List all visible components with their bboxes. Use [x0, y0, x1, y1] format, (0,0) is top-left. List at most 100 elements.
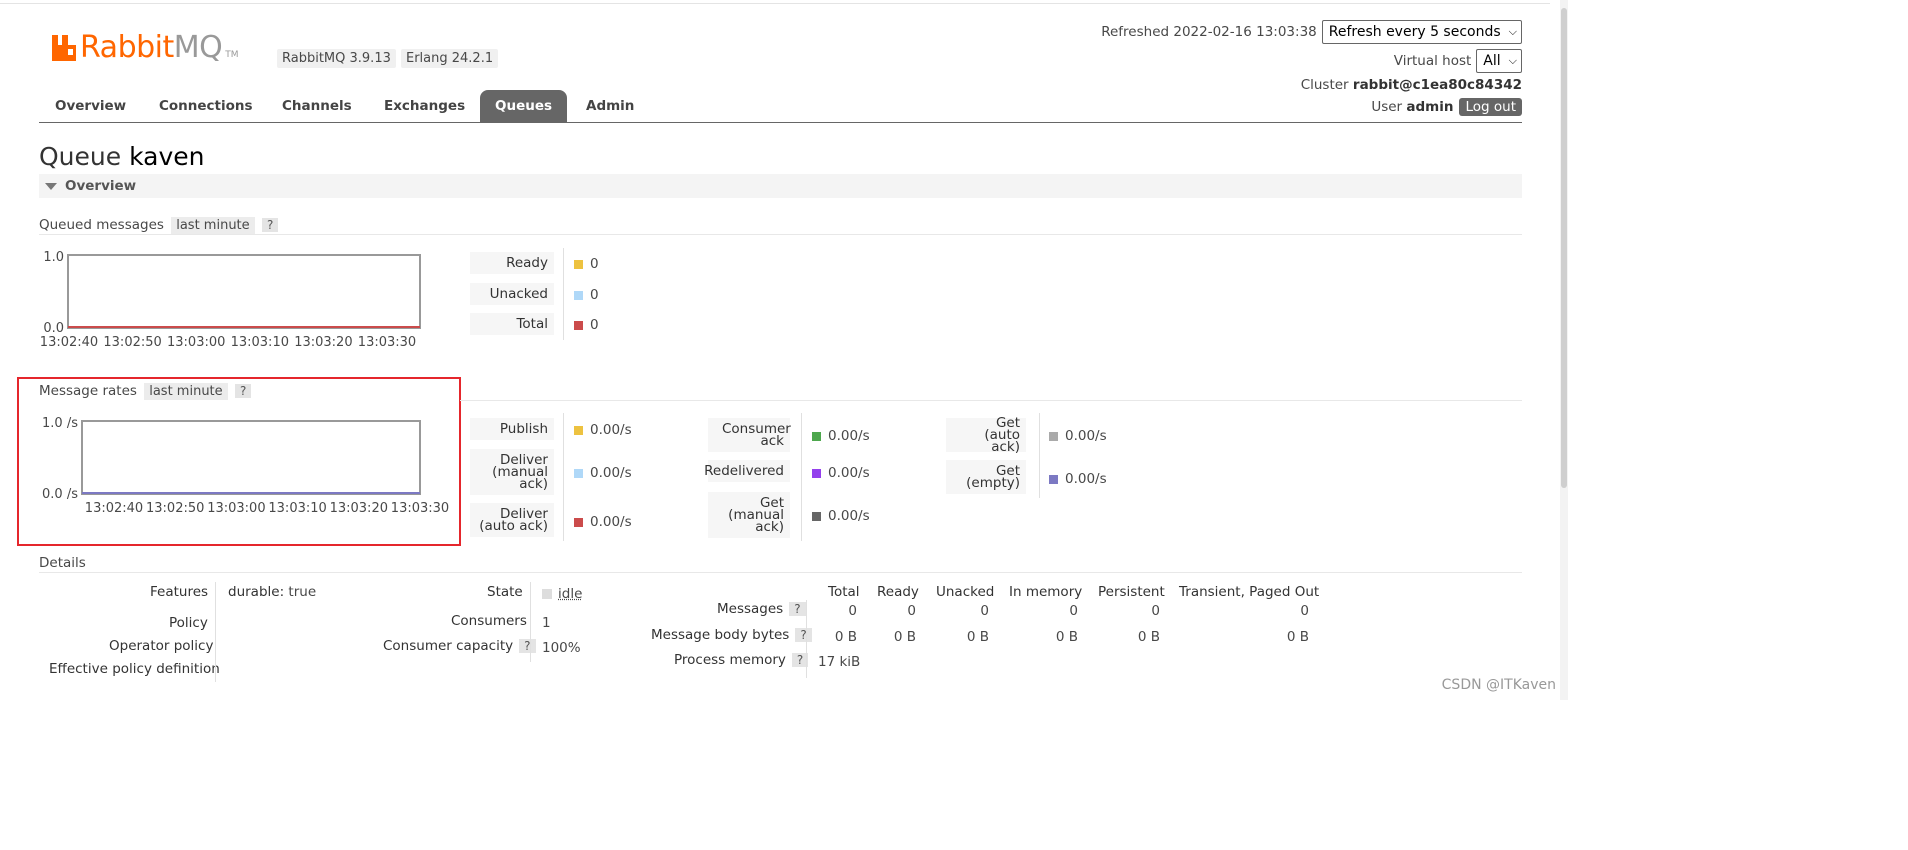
- rates-legend-redelivered-label: Redelivered: [704, 460, 790, 482]
- rates-legend-get-auto-ack--label: Get (auto ack): [946, 416, 1026, 454]
- tab-connections[interactable]: Connections: [144, 90, 268, 122]
- queued-legend-unacked-value: 0: [574, 287, 599, 303]
- rates-chart-x-tick-label: 13:02:40: [85, 501, 143, 516]
- scrollbar-thumb[interactable]: [1561, 8, 1567, 488]
- legend-divider: [801, 413, 802, 541]
- rates-legend-deliver-manual-ack--label: Deliver (manual ack): [470, 449, 554, 495]
- erlang-version-badge: Erlang 24.2.1: [401, 49, 499, 68]
- message-bytes-cell: 0 B: [1286, 629, 1309, 645]
- top-border: [0, 3, 1550, 4]
- legend-swatch: [574, 517, 583, 527]
- queued-chart-y-tick-label: 1.0: [43, 250, 64, 265]
- col-total: Total: [828, 584, 860, 600]
- rates-legend-deliver-auto-ack--label: Deliver (auto ack): [470, 503, 554, 537]
- legend-swatch: [1049, 474, 1058, 484]
- messages-count-cell: 0: [1151, 603, 1160, 619]
- queued-messages-chart: 1.0 0.013:02:40 13:02:50 13:03:00 13:03:10 13…: [40, 250, 421, 350]
- rates-help-button[interactable]: ?: [234, 384, 252, 398]
- vhost-label: Virtual host: [1393, 53, 1472, 69]
- rates-legend-get-auto-ack--value: 0.00/s: [1049, 428, 1107, 444]
- rabbitmq-logo[interactable]: RabbitMQ TM: [50, 30, 239, 66]
- tab-channels[interactable]: Channels: [267, 90, 367, 122]
- details-divider: [530, 582, 531, 662]
- legend-swatch: [574, 290, 583, 300]
- details-divider: [215, 582, 216, 682]
- queued-messages-header: Queued messages last minute ?: [39, 217, 279, 234]
- queued-chart-plot-area: [67, 254, 421, 329]
- legend-swatch: [574, 259, 583, 269]
- legend-swatch: [812, 511, 821, 521]
- chevron-down-icon: ⌵: [1508, 25, 1517, 38]
- messages-count-cell: 0: [1069, 603, 1078, 619]
- tab-admin[interactable]: Admin: [571, 90, 649, 122]
- message-rates-header: Message rates last minute ?: [39, 383, 252, 400]
- consumers-value: 1: [542, 615, 551, 631]
- capacity-help-button[interactable]: ?: [519, 639, 536, 653]
- rates-legend-publish-label: Publish: [470, 418, 554, 440]
- rabbit-logo-icon: [52, 35, 76, 61]
- message-bytes-cell: 0 B: [966, 629, 989, 645]
- divider: [39, 234, 1522, 235]
- col-unacked: Unacked: [936, 584, 995, 600]
- details-header: Details: [39, 555, 86, 571]
- rates-range-button[interactable]: last minute: [144, 383, 228, 400]
- main-nav-tabs: Overview Connections Channels Exchanges …: [39, 90, 1522, 123]
- legend-divider: [563, 248, 564, 340]
- tab-exchanges[interactable]: Exchanges: [369, 90, 480, 122]
- process-memory-label: Process memory?: [674, 652, 809, 668]
- page-scrollbar[interactable]: [1560, 0, 1568, 700]
- rates-legend-consumer-ack-label: Consumer ack: [708, 418, 791, 452]
- state-label: State: [487, 584, 523, 600]
- tab-overview[interactable]: Overview: [40, 90, 141, 122]
- state-indicator: [542, 589, 552, 599]
- refreshed-timestamp: Refreshed 2022-02-16 13:03:38: [1101, 24, 1317, 40]
- message-bytes-cell: 0 B: [834, 629, 857, 645]
- legend-swatch: [812, 431, 821, 441]
- legend-divider: [563, 413, 564, 541]
- legend-swatch: [574, 468, 583, 478]
- section-overview-toggle[interactable]: Overview: [39, 174, 1522, 198]
- rates-chart-y-tick-label: 1.0 /s: [42, 416, 78, 431]
- queued-range-button[interactable]: last minute: [171, 217, 255, 234]
- watermark: CSDN @ITKaven: [1441, 677, 1556, 693]
- divider: [460, 400, 1522, 401]
- section-overview-label: Overview: [65, 178, 137, 194]
- messages-label: Messages?: [717, 601, 806, 617]
- messages-count-cell: 0: [907, 603, 916, 619]
- queued-chart-x-tick-label: 13:03:10: [231, 335, 289, 350]
- col-in-memory: In memory: [1009, 584, 1083, 600]
- page-title: Queue kaven: [39, 142, 205, 171]
- refresh-interval-select[interactable]: Refresh every 5 seconds ⌵: [1321, 20, 1522, 44]
- queue-name: kaven: [129, 142, 205, 171]
- bytes-help-button[interactable]: ?: [795, 628, 812, 642]
- consumer-capacity-value: 100%: [542, 640, 581, 656]
- policy-label: Policy: [169, 615, 208, 631]
- queued-chart-x-tick-label: 13:02:40: [40, 335, 98, 350]
- queued-legend-ready-value: 0: [574, 256, 599, 272]
- col-persistent: Persistent: [1098, 584, 1165, 600]
- rates-chart-x-tick-label: 13:03:10: [268, 501, 326, 516]
- features-label: Features: [150, 584, 209, 600]
- col-ready: Ready: [877, 584, 919, 600]
- queued-chart-y-tick-label: 0.0: [43, 321, 64, 336]
- details-divider: [806, 600, 807, 678]
- rates-chart-x-tick-label: 13:03:00: [207, 501, 265, 516]
- rates-legend-publish-value: 0.00/s: [574, 422, 632, 438]
- rates-legend-redelivered-value: 0.00/s: [812, 465, 870, 481]
- operator-policy-label: Operator policy: [109, 638, 214, 654]
- vhost-select[interactable]: All ⌵: [1476, 49, 1522, 73]
- messages-count-cell: 0: [980, 603, 989, 619]
- logo-wordmark: RabbitMQ: [80, 30, 223, 65]
- rates-chart-plot-area: [81, 420, 421, 495]
- queued-chart-x-tick-label: 13:03:00: [167, 335, 225, 350]
- messages-help-button[interactable]: ?: [789, 602, 806, 616]
- rates-legend-get-empty--value: 0.00/s: [1049, 471, 1107, 487]
- rates-chart-x-tick-label: 13:03:20: [330, 501, 388, 516]
- divider: [39, 572, 1522, 573]
- queued-chart-x-tick-label: 13:02:50: [103, 335, 161, 350]
- messages-count-cell: 0: [848, 603, 857, 619]
- tab-queues[interactable]: Queues: [480, 90, 568, 122]
- queued-help-button[interactable]: ?: [261, 218, 279, 232]
- rates-chart-x-tick-label: 13:03:30: [391, 501, 449, 516]
- queued-chart-x-tick-label: 13:03:20: [294, 335, 352, 350]
